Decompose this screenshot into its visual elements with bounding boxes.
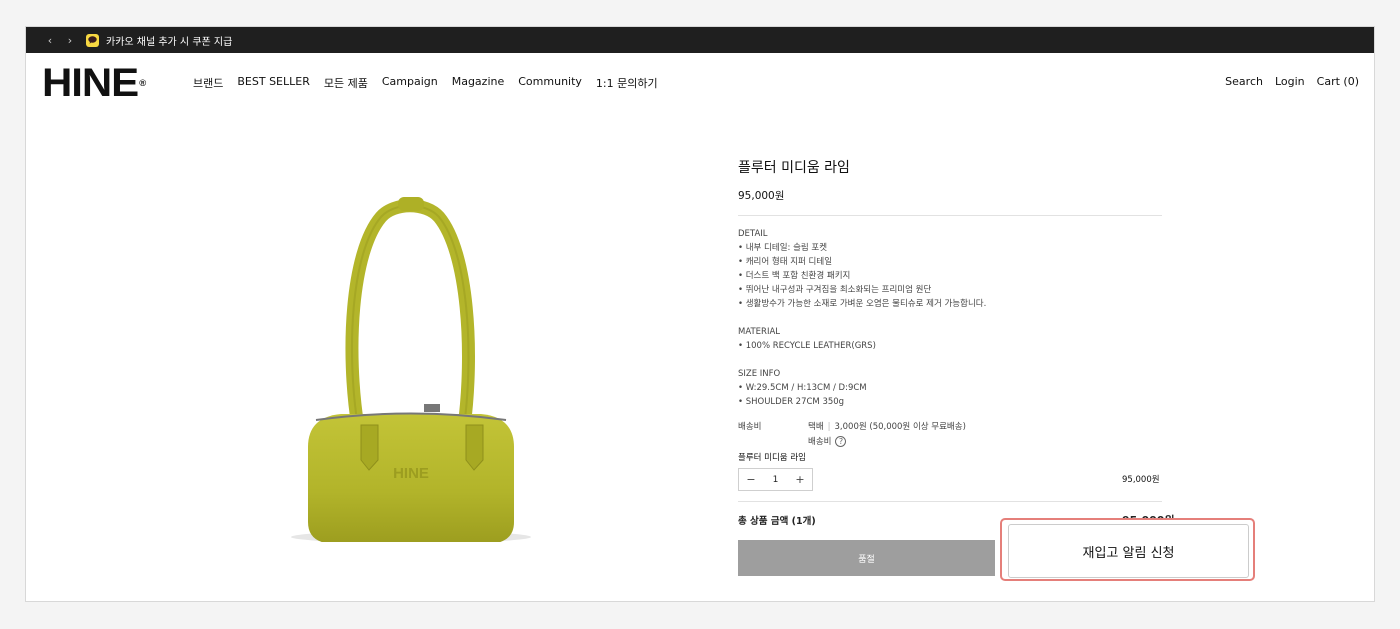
handbag-icon: HINE [291,197,531,544]
top-notice-bar: ‹ › 카카오 채널 추가 시 쿠폰 지급 [26,27,1374,53]
cart-link[interactable]: Cart (0) [1317,75,1359,88]
restock-alert-button[interactable]: 재입고 알림 신청 [1008,524,1249,578]
shipping-fee-help: 배송비? [808,435,847,447]
notice-text[interactable]: 카카오 채널 추가 시 쿠폰 지급 [106,33,232,48]
detail-line: • 더스트 백 포함 친환경 패키지 [738,271,851,281]
nav-item-best-seller[interactable]: BEST SELLER [237,75,309,91]
divider [738,215,1162,216]
site-header: HINE® 브랜드 BEST SELLER 모든 제품 Campaign Mag… [26,53,1374,113]
notice-prev-button[interactable]: ‹ [40,34,60,47]
nav-item-inquiry[interactable]: 1:1 문의하기 [596,75,658,91]
nav-item-campaign[interactable]: Campaign [382,75,438,91]
login-link[interactable]: Login [1275,75,1305,88]
shipping-fee-label: 배송비 [808,437,832,447]
total-label: 총 상품 금액 (1개) [738,516,816,527]
product-details: DETAIL • 내부 디테일: 슬림 포켓 • 캐리어 형태 지퍼 디테일 •… [738,227,1162,409]
search-link[interactable]: Search [1225,75,1263,88]
detail-line: • 캐리어 형태 지퍼 디테일 [738,257,833,267]
shipping-method: 택배 | 3,000원 (50,000원 이상 무료배송) [808,422,966,432]
size-line: • SHOULDER 27CM 350g [738,397,845,407]
detail-line: • 뛰어난 내구성과 구겨짐을 최소화되는 프리미엄 원단 [738,285,932,295]
option-price: 95,000원 [1122,475,1160,485]
product-image: HINE [276,192,546,544]
size-line: • W:29.5CM / H:13CM / D:9CM [738,383,867,393]
material-heading: MATERIAL [738,327,781,337]
detail-line: • 내부 디테일: 슬림 포켓 [738,243,828,253]
option-name: 플루터 미디움 라임 [738,453,806,463]
nav-item-community[interactable]: Community [518,75,582,91]
kakao-talk-icon [86,33,99,47]
svg-text:HINE: HINE [393,465,429,482]
quantity-stepper: − 1 + [738,468,813,491]
restock-highlight: 재입고 알림 신청 [1000,518,1255,581]
quantity-decrease-button[interactable]: − [739,473,763,486]
size-heading: SIZE INFO [738,369,781,379]
quantity-input[interactable]: 1 [763,475,788,485]
divider [738,501,1162,502]
nav-item-all-products[interactable]: 모든 제품 [324,75,368,91]
brand-logo[interactable]: HINE® [42,63,147,103]
registered-mark: ® [139,78,147,88]
shipping-method-text: 택배 [808,422,824,432]
product-title: 플루터 미디움 라임 [738,160,850,176]
question-circle-icon[interactable]: ? [835,435,847,447]
quantity-increase-button[interactable]: + [788,473,812,486]
material-line: • 100% RECYCLE LEATHER(GRS) [738,341,876,351]
shipping-label: 배송비 [738,422,762,432]
product-info: 플루터 미디움 라임 95,000원 DETAIL • 내부 디테일: 슬림 포… [738,157,1162,409]
browser-frame: ‹ › 카카오 채널 추가 시 쿠폰 지급 HINE® 브랜드 BEST SEL… [25,26,1375,602]
nav-item-magazine[interactable]: Magazine [452,75,505,91]
utility-menu: Search Login Cart (0) [1213,75,1359,88]
main-nav: 브랜드 BEST SELLER 모든 제품 Campaign Magazine … [193,75,672,91]
product-price: 95,000원 [738,190,785,202]
soldout-button[interactable]: 품절 [738,540,995,576]
detail-line: • 생활방수가 가능한 소재로 가벼운 오염은 물티슈로 제거 가능합니다. [738,299,987,309]
detail-heading: DETAIL [738,229,768,239]
shipping-fee: 3,000원 (50,000원 이상 무료배송) [834,422,966,432]
nav-item-brand[interactable]: 브랜드 [193,75,223,91]
notice-next-button[interactable]: › [60,34,80,47]
logo-text: HINE [42,61,139,105]
